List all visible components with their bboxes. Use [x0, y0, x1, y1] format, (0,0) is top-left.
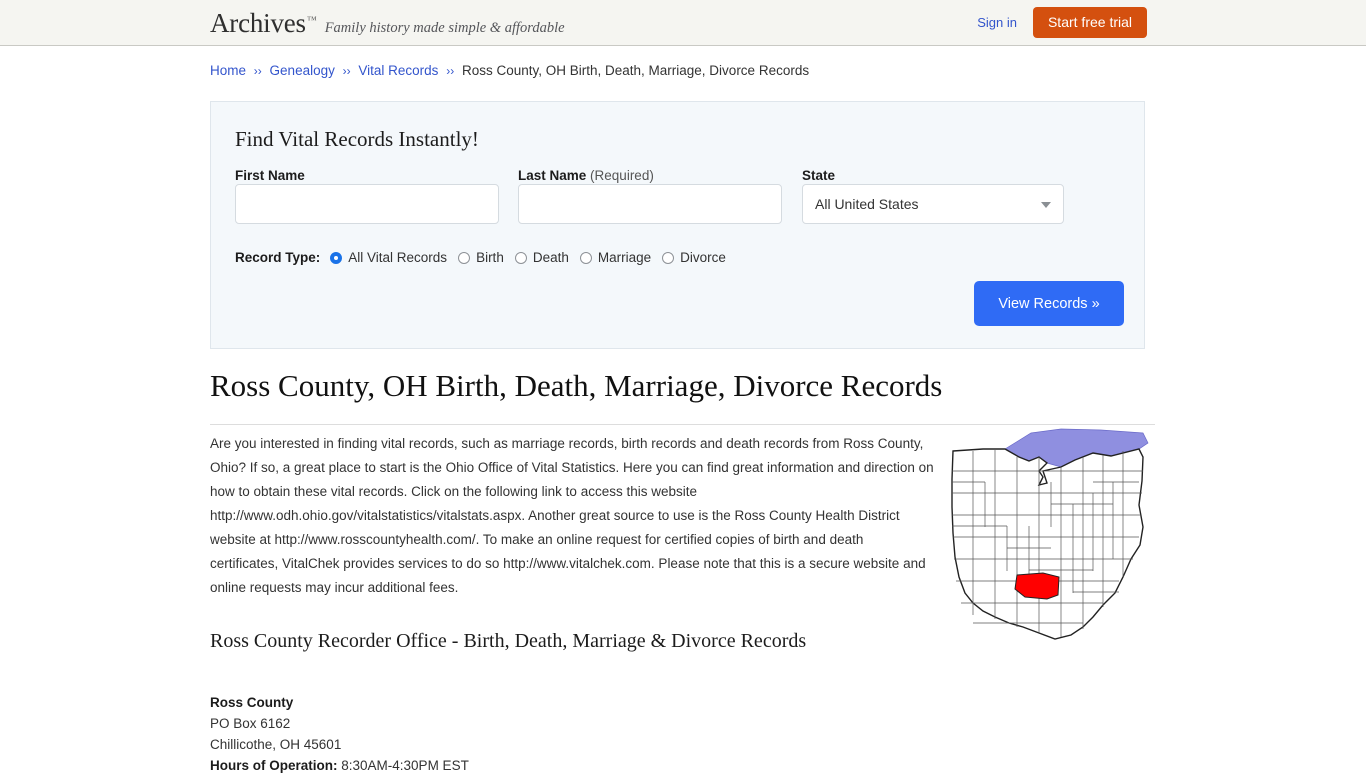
radio-label-death: Death	[532, 250, 569, 265]
recorder-office-address: Ross County PO Box 6162 Chillicothe, OH …	[210, 692, 469, 776]
radio-icon-selected[interactable]	[330, 251, 343, 264]
site-logo[interactable]: Archives ™ Family history made simple & …	[210, 8, 565, 39]
first-name-label: First Name	[235, 168, 305, 183]
breadcrumb-separator: ››	[342, 64, 351, 78]
site-header: Archives ™ Family history made simple & …	[0, 0, 1366, 46]
radio-label-marriage: Marriage	[597, 250, 652, 265]
radio-icon[interactable]	[579, 251, 592, 264]
first-name-input[interactable]	[235, 184, 499, 224]
breadcrumb: Home ›› Genealogy ›› Vital Records ›› Ro…	[210, 63, 809, 78]
hours-value: 8:30AM-4:30PM EST	[341, 758, 469, 773]
radio-icon[interactable]	[458, 251, 471, 264]
search-panel-title: Find Vital Records Instantly!	[235, 127, 479, 151]
chevron-down-icon	[1041, 202, 1051, 208]
last-name-required-note: (Required)	[590, 168, 654, 183]
breadcrumb-item-vital-records[interactable]: Vital Records	[358, 63, 438, 78]
ohio-county-map	[943, 427, 1155, 649]
recorder-office-heading: Ross County Recorder Office - Birth, Dea…	[210, 630, 807, 652]
state-select-value: All United States	[815, 196, 919, 212]
last-name-input[interactable]	[518, 184, 782, 224]
radio-icon[interactable]	[514, 251, 527, 264]
address-county-name: Ross County	[210, 695, 294, 710]
page-title: Ross County, OH Birth, Death, Marriage, …	[210, 368, 1155, 425]
radio-birth[interactable]: Birth	[458, 250, 504, 265]
radio-label-birth: Birth	[476, 250, 504, 265]
record-type-label: Record Type:	[235, 250, 321, 265]
address-line-1: PO Box 6162	[210, 716, 291, 731]
hours-of-operation: Hours of Operation: 8:30AM-4:30PM EST	[210, 755, 469, 776]
radio-icon[interactable]	[662, 251, 675, 264]
start-free-trial-button[interactable]: Start free trial	[1032, 7, 1147, 38]
intro-paragraph: Are you interested in finding vital reco…	[210, 436, 934, 595]
state-label: State	[802, 168, 836, 183]
state-select[interactable]: All United States	[802, 184, 1064, 224]
breadcrumb-item-current: Ross County, OH Birth, Death, Marriage, …	[461, 63, 810, 78]
last-name-label: Last Name (Required)	[518, 168, 654, 183]
last-name-label-text: Last Name	[518, 168, 587, 183]
ohio-state-outline	[951, 448, 1144, 640]
vital-records-search-panel: Find Vital Records Instantly! First Name…	[210, 101, 1145, 349]
breadcrumb-separator: ››	[253, 64, 262, 78]
radio-label-divorce: Divorce	[680, 250, 726, 265]
radio-label-all-vital-records: All Vital Records	[348, 250, 448, 265]
radio-marriage[interactable]: Marriage	[579, 250, 652, 265]
logo-wordmark: Archives	[210, 8, 306, 38]
trademark-icon: ™	[306, 15, 317, 26]
header-actions: Sign in Start free trial	[977, 0, 1147, 45]
breadcrumb-item-home[interactable]: Home	[210, 63, 246, 78]
hours-label: Hours of Operation:	[210, 758, 338, 773]
radio-all-vital-records[interactable]: All Vital Records	[330, 250, 447, 265]
ohio-map-svg	[951, 428, 1149, 640]
breadcrumb-item-genealogy[interactable]: Genealogy	[270, 63, 335, 78]
breadcrumb-separator: ››	[446, 64, 455, 78]
radio-death[interactable]: Death	[514, 250, 569, 265]
radio-divorce[interactable]: Divorce	[662, 250, 726, 265]
sign-in-link[interactable]: Sign in	[977, 15, 1017, 30]
address-line-2: Chillicothe, OH 45601	[210, 737, 342, 752]
logo-tagline: Family history made simple & affordable	[324, 20, 565, 36]
record-type-group: Record Type: All Vital Records Birth Dea…	[235, 250, 737, 265]
view-records-button[interactable]: View Records »	[974, 281, 1124, 326]
header-inner: Archives ™ Family history made simple & …	[0, 0, 1366, 45]
